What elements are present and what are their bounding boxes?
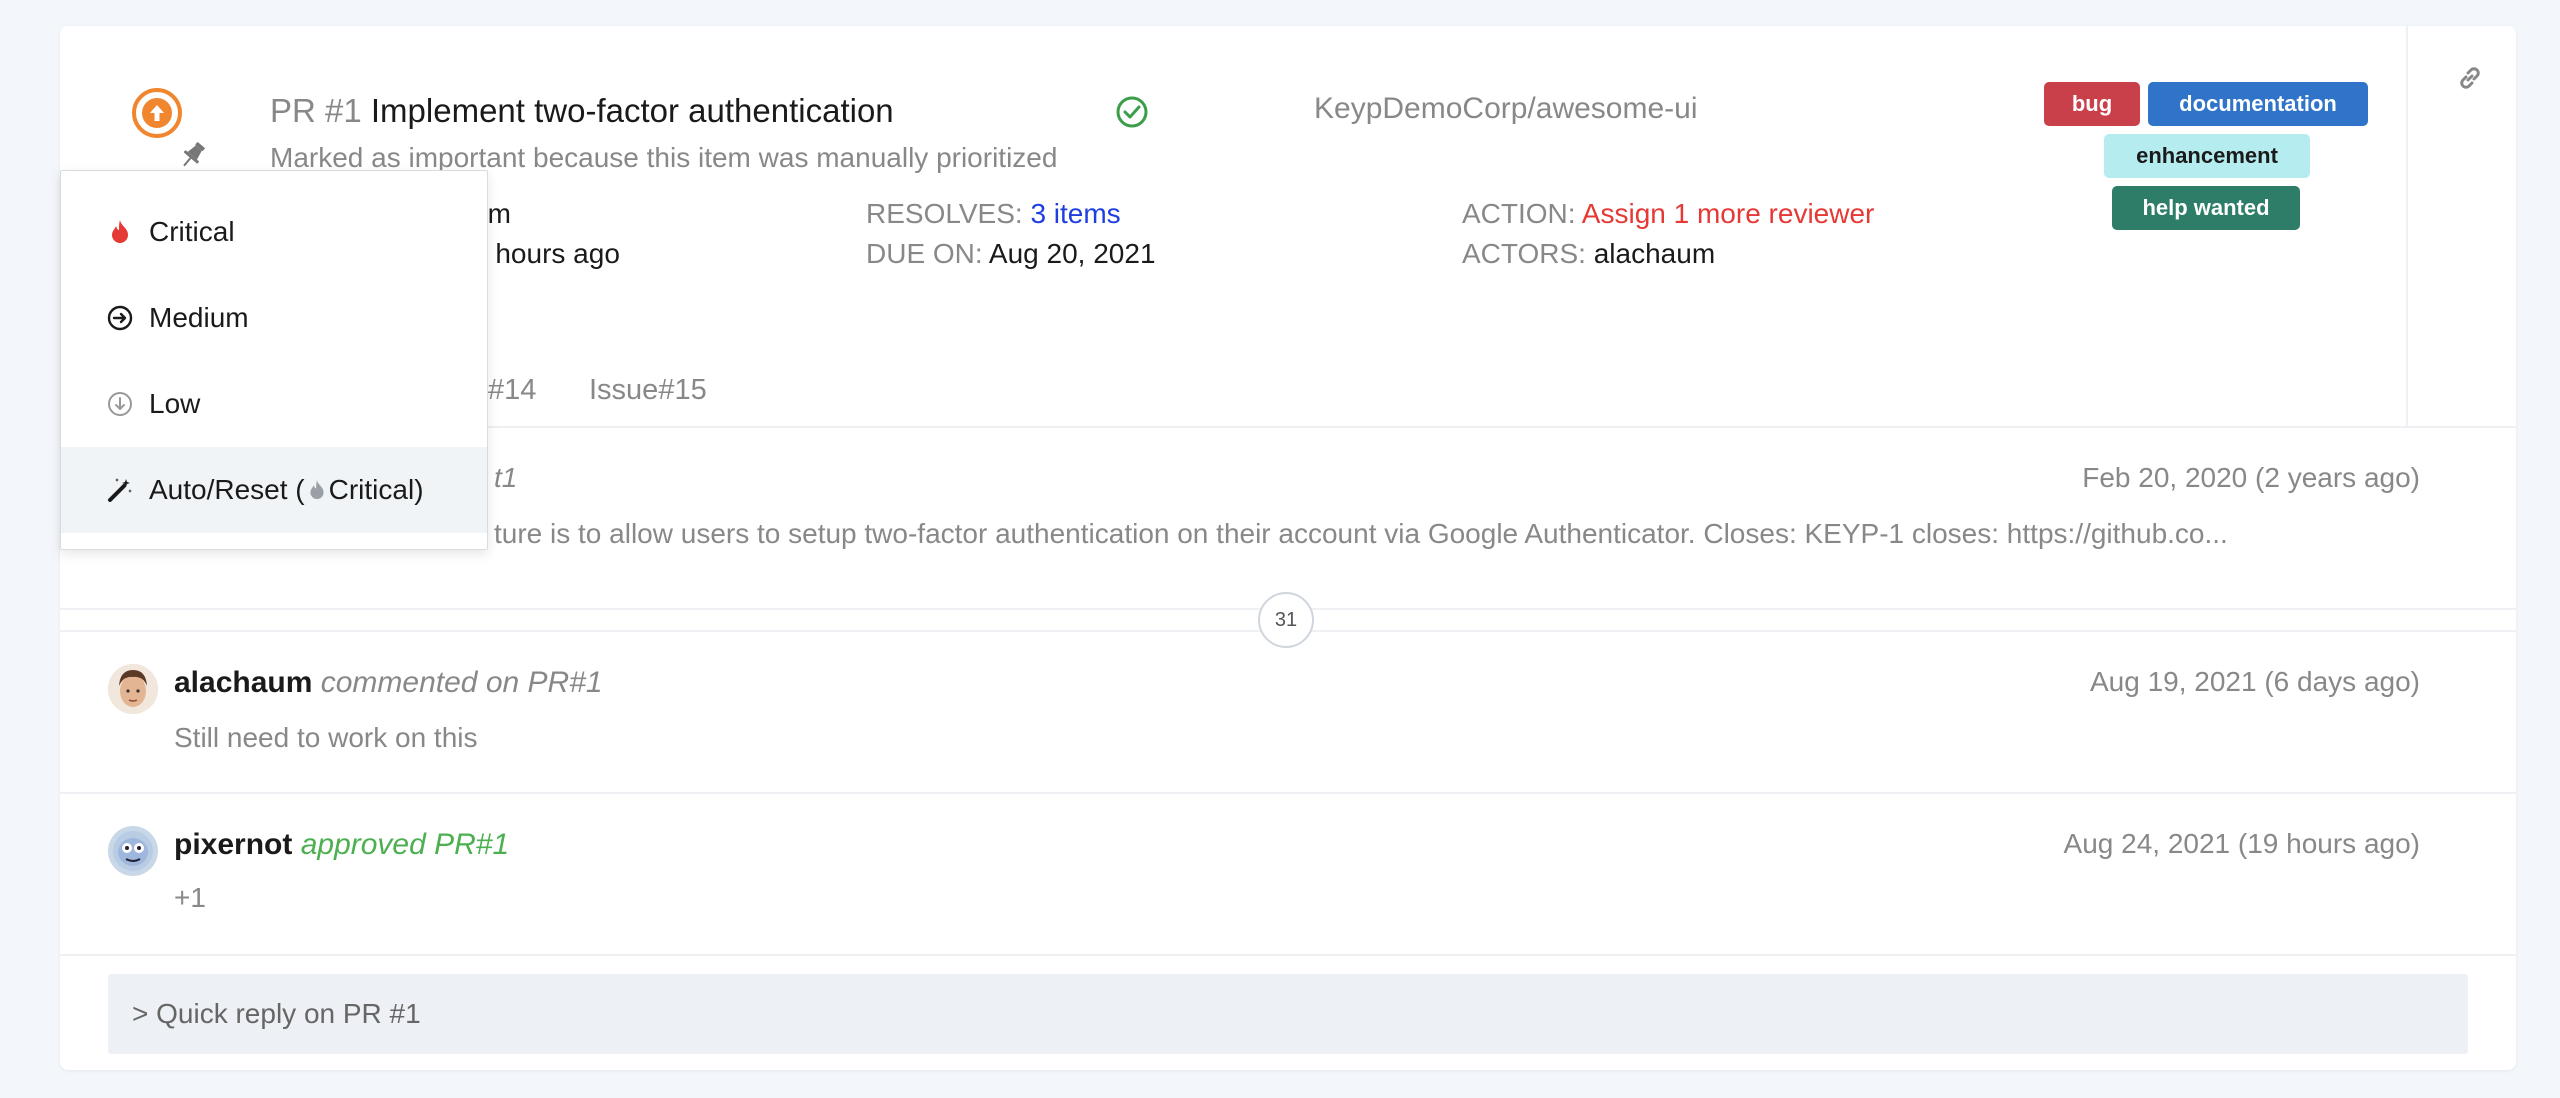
- item-title[interactable]: PR #1 Implement two-factor authenticatio…: [270, 92, 894, 130]
- flame-icon: [107, 219, 133, 245]
- flame-icon: [307, 477, 327, 503]
- label-bug[interactable]: bug: [2044, 82, 2140, 126]
- meta-action: ACTION: Assign 1 more reviewer: [1462, 198, 1875, 229]
- event-action: approved PR#1: [300, 828, 510, 861]
- quick-reply-toggle[interactable]: > Quick reply on PR #1: [108, 974, 2468, 1054]
- header-vertical-divider: [2406, 26, 2408, 426]
- pin-icon[interactable]: [176, 138, 210, 172]
- event-body: Still need to work on this: [174, 722, 478, 753]
- hidden-events-count[interactable]: 31: [1258, 592, 1314, 648]
- tab-item-14[interactable]: #14: [488, 374, 536, 407]
- resolves-link[interactable]: 3 items: [1030, 198, 1120, 229]
- description-date: Feb 20, 2020 (2 years ago): [2082, 462, 2420, 493]
- action-link[interactable]: Assign 1 more reviewer: [1582, 198, 1875, 229]
- pr-number: PR #1: [270, 92, 362, 129]
- check-circle-icon: [1114, 94, 1150, 130]
- title-text: Implement two-factor authentication: [370, 92, 894, 129]
- repo-name[interactable]: KeypDemoCorp/awesome-ui: [1314, 92, 1698, 126]
- magic-wand-icon: [107, 477, 133, 503]
- arrow-down-circle-icon: [107, 391, 133, 417]
- event-header: pixernot approved PR#1: [174, 828, 509, 862]
- meta-due: DUE ON: Aug 20, 2021: [866, 238, 1156, 269]
- priority-option-low[interactable]: Low: [61, 361, 487, 447]
- event-divider: [60, 792, 2516, 794]
- description-title-partial: t1: [494, 462, 518, 493]
- event-divider: [60, 954, 2516, 956]
- label-help-wanted[interactable]: help wanted: [2112, 186, 2300, 230]
- priority-option-medium[interactable]: Medium: [61, 275, 487, 361]
- event-header: alachaum commented on PR#1: [174, 666, 603, 700]
- priority-option-critical[interactable]: Critical: [61, 189, 487, 275]
- event-user[interactable]: pixernot: [174, 828, 292, 861]
- link-icon[interactable]: [2440, 48, 2500, 108]
- label-enhancement[interactable]: enhancement: [2104, 134, 2310, 178]
- avatar[interactable]: [108, 826, 158, 876]
- priority-dropdown-menu: Critical Medium Low Auto/Reset (Critica…: [60, 170, 488, 550]
- avatar[interactable]: [108, 664, 158, 714]
- event-date: Aug 19, 2021 (6 days ago): [2089, 666, 2420, 697]
- event-action: commented on PR#1: [320, 666, 603, 699]
- tab-issue-15[interactable]: Issue#15: [589, 374, 707, 407]
- priority-option-auto-reset[interactable]: Auto/Reset ( Critical): [61, 447, 487, 533]
- priority-high-icon[interactable]: [130, 86, 184, 140]
- event-date: Aug 24, 2021 (19 hours ago): [2063, 828, 2420, 859]
- meta-resolves: RESOLVES: 3 items: [866, 198, 1121, 229]
- label-documentation[interactable]: documentation: [2148, 82, 2368, 126]
- arrow-right-circle-icon: [107, 305, 133, 331]
- event-body: +1: [174, 882, 206, 913]
- meta-actors: ACTORS: alachaum: [1462, 238, 1716, 269]
- meta-updated-partial: 9 hours ago: [472, 238, 620, 269]
- event-user[interactable]: alachaum: [174, 666, 312, 699]
- description-text: ture is to allow users to setup two-fact…: [494, 518, 2228, 549]
